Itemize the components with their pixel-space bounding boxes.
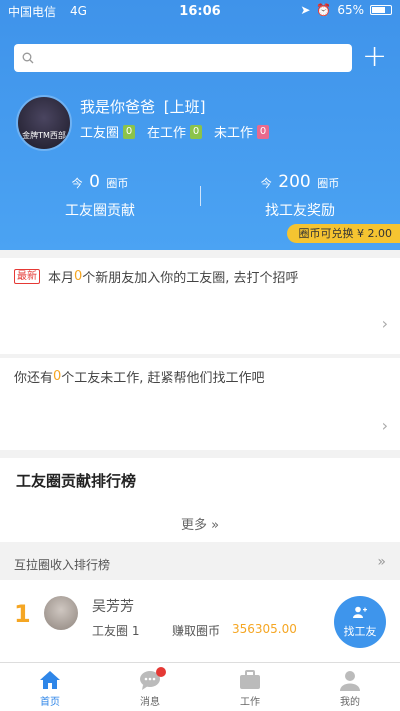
new-friends-card[interactable]: 最新 本月 0 个新朋友加入你的工友圈, 去打个招呼 › — [0, 258, 400, 354]
idle-friends-card[interactable]: 你还有 0 个工友未工作, 赶紧帮他们找工作吧 › — [0, 358, 400, 450]
tag-list: 工友圈 0 在工作 0 未工作 0 — [80, 122, 281, 141]
tag-count: 0 — [190, 124, 203, 139]
tab-bar: 首页 消息 工作 我的 — [0, 662, 400, 711]
avatar — [44, 596, 78, 630]
find-friend-button[interactable]: 找工友 — [334, 596, 386, 648]
add-user-icon — [334, 606, 386, 620]
stat-prefix: 今 — [71, 177, 83, 190]
member-group: 工友圈 1 — [92, 624, 140, 638]
idle-friends-text: 你还有 0 个工友未工作, 赶紧帮他们找工作吧 — [14, 367, 265, 386]
search-input[interactable] — [14, 44, 352, 72]
add-button[interactable]: + — [362, 42, 387, 72]
chevron-double-right-icon: » — [377, 554, 386, 570]
text-part: 你还有 — [14, 371, 54, 386]
rank-number: 1 — [14, 600, 31, 628]
stat-reward[interactable]: 今 200 圈币 找工友奖励 — [200, 172, 400, 220]
member-name: 吴芳芳 — [92, 599, 134, 615]
status-right: ➤ ⏰ 65% — [300, 3, 392, 17]
text-part: 本月 — [48, 271, 75, 286]
search-icon — [22, 52, 34, 64]
tab-label: 首页 — [40, 697, 60, 708]
tag-label: 在工作 — [147, 126, 187, 141]
new-friends-text: 最新 本月 0 个新朋友加入你的工友圈, 去打个招呼 — [14, 267, 299, 286]
text-part: 个新朋友加入你的工友圈, 去打个招呼 — [82, 271, 299, 286]
stat-value-line: 今 200 圈币 — [200, 172, 400, 192]
tag-working[interactable]: 在工作 0 — [147, 122, 203, 141]
battery-icon — [370, 5, 392, 15]
section-title: 工友圈贡献排行榜 — [16, 472, 137, 490]
exchange-badge[interactable]: 圈币可兑换 ¥ 2.00 — [286, 224, 400, 243]
contribution-ranking: 工友圈贡献排行榜 更多 » — [0, 458, 400, 542]
stat-unit: 圈币 — [317, 177, 340, 190]
tab-profile[interactable]: 我的 — [300, 663, 400, 711]
chevron-right-icon: › — [381, 416, 388, 435]
more-link[interactable]: 更多 » — [0, 514, 400, 533]
stat-prefix: 今 — [260, 177, 272, 190]
tag-circle[interactable]: 工友圈 0 — [80, 122, 136, 141]
briefcase-icon — [240, 670, 260, 689]
tag-label: 未工作 — [214, 126, 254, 141]
earn-label: 赚取圈币 — [172, 624, 221, 638]
highlight-count: 0 — [74, 269, 83, 284]
tab-home[interactable]: 首页 — [0, 663, 100, 711]
earn-value: 356305.00 — [232, 622, 297, 636]
stat-value-line: 今 0 圈币 — [0, 172, 200, 192]
income-ranking-header[interactable]: 互拉圈收入排行榜 » — [0, 548, 400, 580]
work-status: [上班] — [163, 98, 206, 116]
stat-unit: 圈币 — [106, 177, 129, 190]
tag-label: 工友圈 — [80, 126, 120, 141]
stat-contribution[interactable]: 今 0 圈币 工友圈贡献 — [0, 172, 200, 220]
user-icon — [340, 671, 360, 691]
tab-messages[interactable]: 消息 — [100, 663, 200, 711]
status-bar: 中国电信 4G 16:06 ➤ ⏰ 65% — [0, 0, 400, 22]
list-item-peek — [0, 650, 400, 662]
avatar[interactable]: 金牌TM西部 — [16, 95, 72, 151]
alarm-icon: ⏰ — [316, 3, 332, 17]
tab-label: 工作 — [240, 697, 260, 708]
tab-label: 消息 — [140, 697, 160, 708]
text-part: 个工友未工作, 赶紧帮他们找工作吧 — [61, 371, 265, 386]
tag-count: 0 — [257, 124, 270, 139]
chevron-right-icon: › — [381, 314, 388, 333]
username: 我是你爸爸 [上班] — [80, 96, 206, 117]
notification-dot — [156, 667, 166, 677]
home-icon — [40, 671, 60, 689]
tag-not-working[interactable]: 未工作 0 — [214, 122, 270, 141]
tag-count: 0 — [123, 124, 136, 139]
stat-value: 200 — [278, 172, 311, 192]
tab-label: 我的 — [340, 697, 360, 708]
avatar-caption: 金牌TM西部 — [22, 131, 66, 140]
tab-work[interactable]: 工作 — [200, 663, 300, 711]
find-friend-label: 找工友 — [343, 625, 377, 638]
new-badge: 最新 — [14, 269, 40, 284]
stat-label: 找工友奖励 — [265, 203, 335, 219]
battery-percent: 65% — [337, 3, 364, 17]
stat-label: 工友圈贡献 — [65, 203, 135, 219]
username-text: 我是你爸爸 — [80, 98, 156, 116]
highlight-count: 0 — [53, 369, 62, 384]
profile-header: 中国电信 4G 16:06 ➤ ⏰ 65% + 金牌TM西部 我是你爸爸 [上班… — [0, 0, 400, 250]
stat-value: 0 — [89, 172, 100, 192]
location-icon: ➤ — [300, 3, 311, 17]
section-title: 互拉圈收入排行榜 — [14, 558, 111, 572]
